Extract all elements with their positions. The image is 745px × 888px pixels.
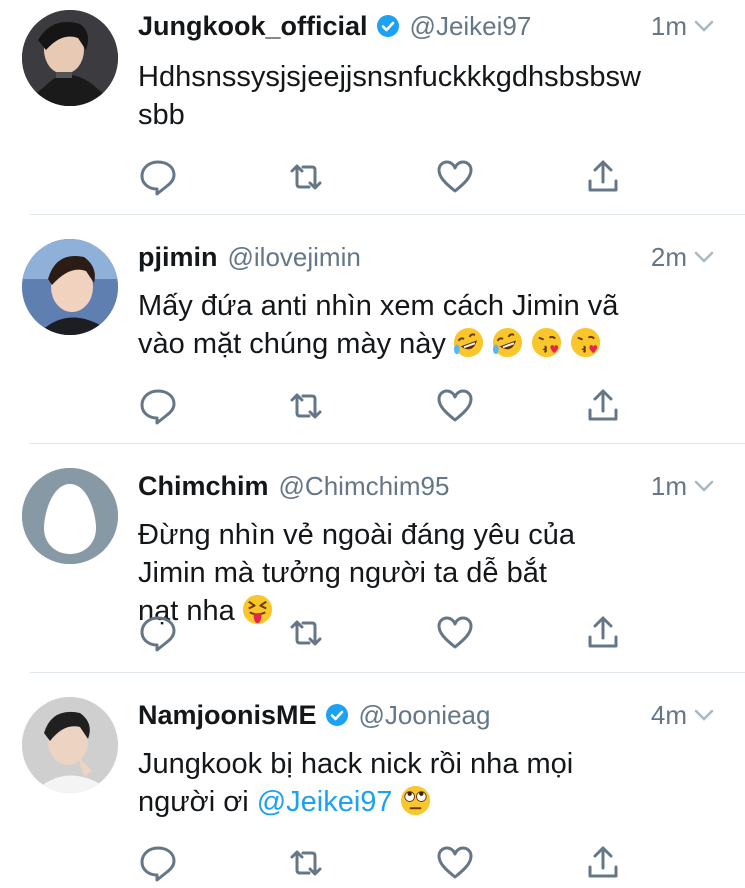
reply-icon <box>140 160 176 196</box>
timestamp[interactable]: 1m <box>651 471 687 502</box>
handle[interactable]: @Chimchim95 <box>279 471 450 502</box>
kissing-heart-emoji <box>570 327 600 358</box>
verified-badge-icon <box>325 704 348 726</box>
heart-icon <box>437 846 473 879</box>
share-button[interactable] <box>583 157 623 197</box>
retweet-icon <box>290 164 322 190</box>
retweet-icon <box>290 850 322 876</box>
tweet-text: Mấy đứa anti nhìn xem cách Jimin vã vào … <box>138 287 709 363</box>
retweet-button[interactable] <box>286 157 326 197</box>
heart-icon <box>437 616 473 649</box>
eye-roll-emoji <box>400 785 430 816</box>
share-icon <box>588 846 618 878</box>
reply-button[interactable] <box>138 613 178 653</box>
reply-icon <box>140 616 176 652</box>
handle[interactable]: @Jeikei97 <box>410 11 532 42</box>
retweet-button[interactable] <box>286 613 326 653</box>
divider <box>30 443 745 444</box>
share-icon <box>588 160 618 192</box>
retweet-button[interactable] <box>286 843 326 883</box>
retweet-icon <box>290 393 322 419</box>
like-button[interactable] <box>435 843 475 883</box>
tweet-actions <box>138 386 638 426</box>
display-name[interactable]: Chimchim <box>138 471 269 502</box>
divider <box>30 214 745 215</box>
like-button[interactable] <box>435 386 475 426</box>
share-button[interactable] <box>583 843 623 883</box>
heart-icon <box>437 160 473 193</box>
heart-icon <box>437 389 473 422</box>
share-button[interactable] <box>583 386 623 426</box>
tweet-actions <box>138 843 638 883</box>
mention-link[interactable]: @Jeikei97 <box>257 786 393 818</box>
verified-badge-icon <box>376 15 399 37</box>
display-name[interactable]: pjimin <box>138 242 218 273</box>
timestamp[interactable]: 1m <box>651 11 687 42</box>
share-icon <box>588 616 618 648</box>
egg-avatar-icon[interactable] <box>22 468 118 564</box>
display-name[interactable]: Jungkook_official <box>138 11 368 42</box>
rofl-emoji <box>453 327 483 358</box>
reply-button[interactable] <box>138 843 178 883</box>
reply-button[interactable] <box>138 157 178 197</box>
chevron-down-icon[interactable] <box>693 246 715 268</box>
reply-button[interactable] <box>138 386 178 426</box>
handle[interactable]: @Joonieag <box>359 700 491 731</box>
tweet-text-body: Đừng nhìn vẻ ngoài đáng yêu của Jimin mà… <box>138 519 576 627</box>
timestamp[interactable]: 4m <box>651 700 687 731</box>
tweet-text: Hdhsnssysjsjeejjsnsnfuckkkgdhsbsbsw sbb <box>138 61 641 131</box>
like-button[interactable] <box>435 157 475 197</box>
chevron-down-icon[interactable] <box>693 704 715 726</box>
tweet-actions <box>138 613 638 653</box>
avatar[interactable] <box>22 10 118 106</box>
reply-icon <box>140 846 176 882</box>
share-button[interactable] <box>583 613 623 653</box>
timestamp[interactable]: 2m <box>651 242 687 273</box>
avatar[interactable] <box>22 239 118 335</box>
avatar[interactable] <box>22 697 118 793</box>
chevron-down-icon[interactable] <box>693 475 715 497</box>
tweet-text: Jungkook bị hack nick rồi nha mọi người … <box>138 745 709 821</box>
tweet-actions <box>138 157 638 197</box>
reply-icon <box>140 389 176 425</box>
share-icon <box>588 389 618 421</box>
retweet-button[interactable] <box>286 386 326 426</box>
rofl-emoji <box>492 327 522 358</box>
retweet-icon <box>290 620 322 646</box>
chevron-down-icon[interactable] <box>693 15 715 37</box>
display-name[interactable]: NamjoonisME <box>138 700 317 731</box>
handle[interactable]: @ilovejimin <box>228 242 361 273</box>
kissing-heart-emoji <box>531 327 561 358</box>
like-button[interactable] <box>435 613 475 653</box>
divider <box>30 672 745 673</box>
